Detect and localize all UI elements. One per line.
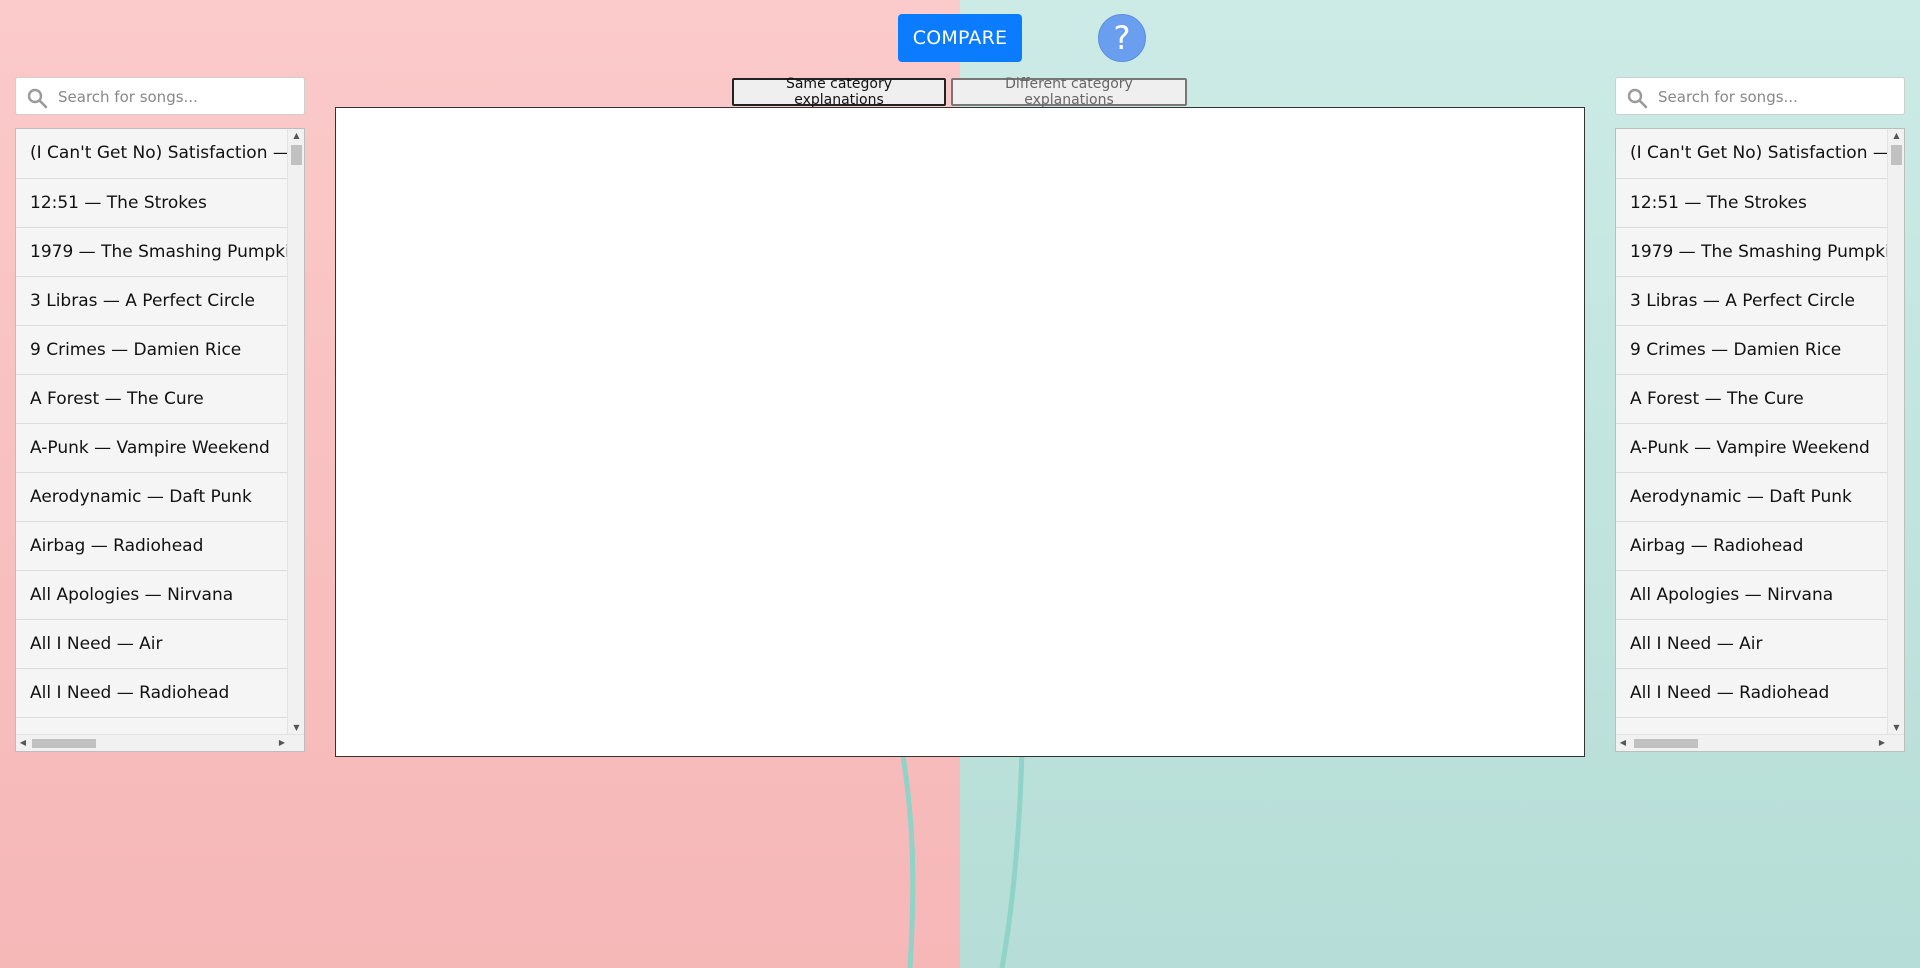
list-item[interactable]: 9 Crimes — Damien Rice: [1616, 326, 1888, 375]
list-item[interactable]: All I Need — Air: [1616, 620, 1888, 669]
help-button[interactable]: ?: [1098, 14, 1146, 62]
list-item[interactable]: 9 Crimes — Damien Rice: [16, 326, 288, 375]
list-item[interactable]: All Apologies — Nirvana: [1616, 571, 1888, 620]
list-item[interactable]: 3 Libras — A Perfect Circle: [1616, 277, 1888, 326]
list-item[interactable]: 12:51 — The Strokes: [1616, 179, 1888, 228]
list-item[interactable]: All Apologies — Nirvana: [16, 571, 288, 620]
list-item[interactable]: All I Need — Air: [16, 620, 288, 669]
right-search-input[interactable]: [1656, 84, 1900, 110]
scrollbar-thumb[interactable]: [32, 739, 96, 748]
list-item[interactable]: (I Can't Get No) Satisfaction — The Roll…: [1616, 129, 1888, 179]
list-item[interactable]: Aerodynamic — Daft Punk: [1616, 473, 1888, 522]
scrollbar-thumb[interactable]: [1634, 739, 1698, 748]
scrollbar-thumb[interactable]: [291, 145, 302, 165]
list-item[interactable]: A-Punk — Vampire Weekend: [1616, 424, 1888, 473]
left-horizontal-scrollbar[interactable]: ◀ ▶: [16, 734, 304, 751]
scroll-left-arrow-icon[interactable]: ◀: [16, 735, 30, 751]
list-item[interactable]: A Forest — The Cure: [1616, 375, 1888, 424]
list-item[interactable]: 12:51 — The Strokes: [16, 179, 288, 228]
scroll-up-arrow-icon[interactable]: ▲: [288, 129, 304, 143]
list-item[interactable]: Airbag — Radiohead: [1616, 522, 1888, 571]
scroll-down-arrow-icon[interactable]: ▼: [288, 721, 304, 735]
earphone-cable-decoration: [899, 750, 1025, 968]
list-item[interactable]: Airbag — Radiohead: [16, 522, 288, 571]
right-song-list[interactable]: (I Can't Get No) Satisfaction — The Roll…: [1615, 128, 1905, 752]
list-item[interactable]: 1979 — The Smashing Pumpkins: [1616, 228, 1888, 277]
right-song-items: (I Can't Get No) Satisfaction — The Roll…: [1616, 129, 1888, 735]
explanation-panel: [335, 107, 1585, 757]
compare-button[interactable]: COMPARE: [898, 14, 1022, 62]
list-item[interactable]: A Forest — The Cure: [16, 375, 288, 424]
scroll-down-arrow-icon[interactable]: ▼: [1888, 721, 1904, 735]
list-item[interactable]: All I Need — Radiohead: [1616, 669, 1888, 718]
scroll-up-arrow-icon[interactable]: ▲: [1888, 129, 1904, 143]
left-song-list[interactable]: (I Can't Get No) Satisfaction — The Roll…: [15, 128, 305, 752]
tab-different-category-explanations[interactable]: Different category explanations: [951, 76, 1187, 108]
left-vertical-scrollbar[interactable]: ▲ ▼: [287, 129, 304, 735]
question-icon: ?: [1113, 19, 1131, 57]
left-song-items: (I Can't Get No) Satisfaction — The Roll…: [16, 129, 288, 735]
list-item[interactable]: All I Need — Radiohead: [16, 669, 288, 718]
list-item[interactable]: A-Punk — Vampire Weekend: [16, 424, 288, 473]
list-item[interactable]: 3 Libras — A Perfect Circle: [16, 277, 288, 326]
scroll-right-arrow-icon[interactable]: ▶: [275, 735, 289, 751]
left-search-box[interactable]: [15, 77, 305, 115]
scroll-left-arrow-icon[interactable]: ◀: [1616, 735, 1630, 751]
list-item[interactable]: All Mine — Portishead: [16, 718, 288, 735]
right-search-box[interactable]: [1615, 77, 1905, 115]
right-vertical-scrollbar[interactable]: ▲ ▼: [1887, 129, 1904, 735]
scrollbar-thumb[interactable]: [1891, 145, 1902, 165]
search-icon: [1627, 88, 1648, 109]
scroll-right-arrow-icon[interactable]: ▶: [1875, 735, 1889, 751]
list-item[interactable]: Aerodynamic — Daft Punk: [16, 473, 288, 522]
list-item[interactable]: (I Can't Get No) Satisfaction — The Roll…: [16, 129, 288, 179]
search-icon: [27, 88, 48, 109]
list-item[interactable]: All Mine — Portishead: [1616, 718, 1888, 735]
tab-same-category-explanations[interactable]: Same category explanations: [732, 76, 946, 108]
list-item[interactable]: 1979 — The Smashing Pumpkins: [16, 228, 288, 277]
right-horizontal-scrollbar[interactable]: ◀ ▶: [1616, 734, 1904, 751]
left-search-input[interactable]: [56, 84, 300, 110]
